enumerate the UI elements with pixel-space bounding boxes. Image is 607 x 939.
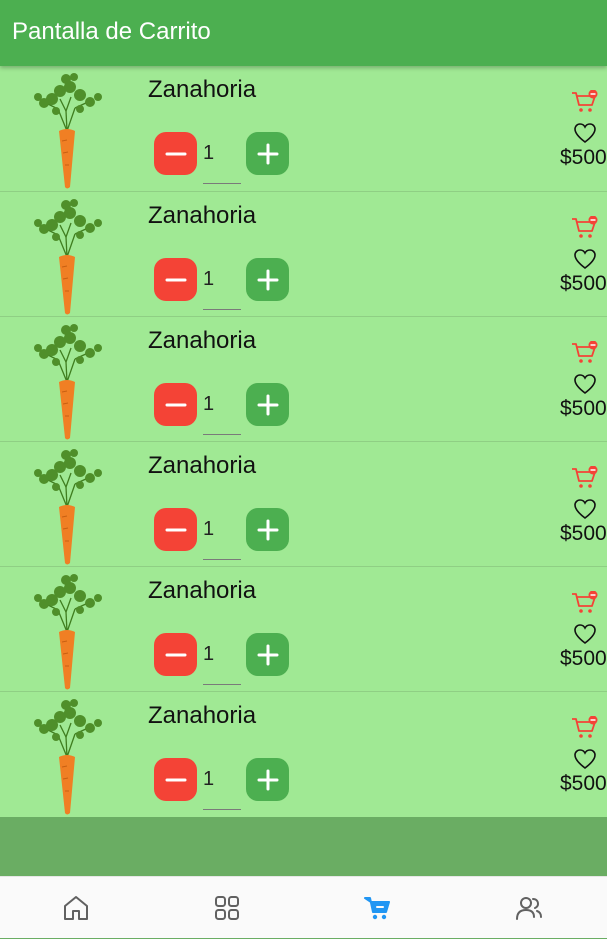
- favorite-heart-icon[interactable]: [573, 373, 597, 395]
- product-name: Zanahoria: [148, 202, 257, 229]
- minus-icon: [165, 653, 186, 656]
- minus-icon: [165, 278, 186, 281]
- product-price: $500: [560, 146, 607, 169]
- decrease-quantity-button[interactable]: [154, 758, 197, 801]
- nav-cart[interactable]: [302, 877, 453, 939]
- product-price: $500: [560, 647, 607, 670]
- nav-categories[interactable]: [151, 877, 302, 939]
- cart-icon: [363, 897, 390, 920]
- minus-icon: [165, 528, 186, 531]
- remove-from-cart-icon[interactable]: [571, 466, 599, 490]
- plus-icon: [257, 519, 278, 540]
- cart-item: Zanahoria 1 $500: [0, 441, 607, 566]
- cart-list[interactable]: Zanahoria 1 $500 Zanahoria 1 $500 Zanaho…: [0, 66, 607, 817]
- bottom-navigation: [0, 876, 607, 938]
- carrot-image: [34, 699, 102, 815]
- carrot-image: [34, 449, 102, 565]
- grid-icon: [214, 896, 239, 920]
- users-icon: [515, 897, 542, 920]
- product-price: $500: [560, 522, 607, 545]
- quantity-field[interactable]: 1: [203, 383, 241, 435]
- product-price: $500: [560, 397, 607, 420]
- product-name: Zanahoria: [148, 577, 257, 604]
- favorite-heart-icon[interactable]: [573, 122, 597, 144]
- nav-users[interactable]: [453, 877, 604, 939]
- plus-icon: [257, 143, 278, 164]
- cart-item: Zanahoria 1 $500: [0, 691, 607, 816]
- decrease-quantity-button[interactable]: [154, 383, 197, 426]
- product-price: $500: [560, 772, 607, 795]
- quantity-field[interactable]: 1: [203, 633, 241, 685]
- increase-quantity-button[interactable]: [246, 132, 289, 175]
- carrot-image: [34, 73, 102, 189]
- decrease-quantity-button[interactable]: [154, 132, 197, 175]
- cart-item: Zanahoria 1 $500: [0, 316, 607, 441]
- increase-quantity-button[interactable]: [246, 258, 289, 301]
- remove-from-cart-icon[interactable]: [571, 341, 599, 365]
- product-name: Zanahoria: [148, 76, 257, 103]
- quantity-field[interactable]: 1: [203, 132, 241, 184]
- plus-icon: [257, 394, 278, 415]
- home-icon: [63, 896, 88, 920]
- product-price: $500: [560, 272, 607, 295]
- decrease-quantity-button[interactable]: [154, 258, 197, 301]
- quantity-field[interactable]: 1: [203, 758, 241, 810]
- carrot-image: [34, 199, 102, 315]
- plus-icon: [257, 769, 278, 790]
- increase-quantity-button[interactable]: [246, 383, 289, 426]
- app-bar: Pantalla de Carrito: [0, 0, 607, 66]
- decrease-quantity-button[interactable]: [154, 633, 197, 676]
- remove-from-cart-icon[interactable]: [571, 216, 599, 240]
- product-name: Zanahoria: [148, 327, 257, 354]
- quantity-field[interactable]: 1: [203, 258, 241, 310]
- plus-icon: [257, 269, 278, 290]
- decrease-quantity-button[interactable]: [154, 508, 197, 551]
- product-name: Zanahoria: [148, 452, 257, 479]
- plus-icon: [257, 644, 278, 665]
- minus-icon: [165, 403, 186, 406]
- carrot-image: [34, 574, 102, 690]
- cart-item: Zanahoria 1 $500: [0, 566, 607, 691]
- increase-quantity-button[interactable]: [246, 508, 289, 551]
- favorite-heart-icon[interactable]: [573, 498, 597, 520]
- favorite-heart-icon[interactable]: [573, 248, 597, 270]
- product-name: Zanahoria: [148, 702, 257, 729]
- minus-icon: [165, 152, 186, 155]
- favorite-heart-icon[interactable]: [573, 748, 597, 770]
- increase-quantity-button[interactable]: [246, 633, 289, 676]
- remove-from-cart-icon[interactable]: [571, 591, 599, 615]
- cart-item: Zanahoria 1 $500: [0, 191, 607, 316]
- favorite-heart-icon[interactable]: [573, 623, 597, 645]
- cart-item: Zanahoria 1 $500: [0, 66, 607, 191]
- remove-from-cart-icon[interactable]: [571, 90, 599, 114]
- quantity-field[interactable]: 1: [203, 508, 241, 560]
- minus-icon: [165, 778, 186, 781]
- remove-from-cart-icon[interactable]: [571, 716, 599, 740]
- nav-home[interactable]: [0, 877, 151, 939]
- page-title: Pantalla de Carrito: [12, 18, 211, 45]
- carrot-image: [34, 324, 102, 440]
- increase-quantity-button[interactable]: [246, 758, 289, 801]
